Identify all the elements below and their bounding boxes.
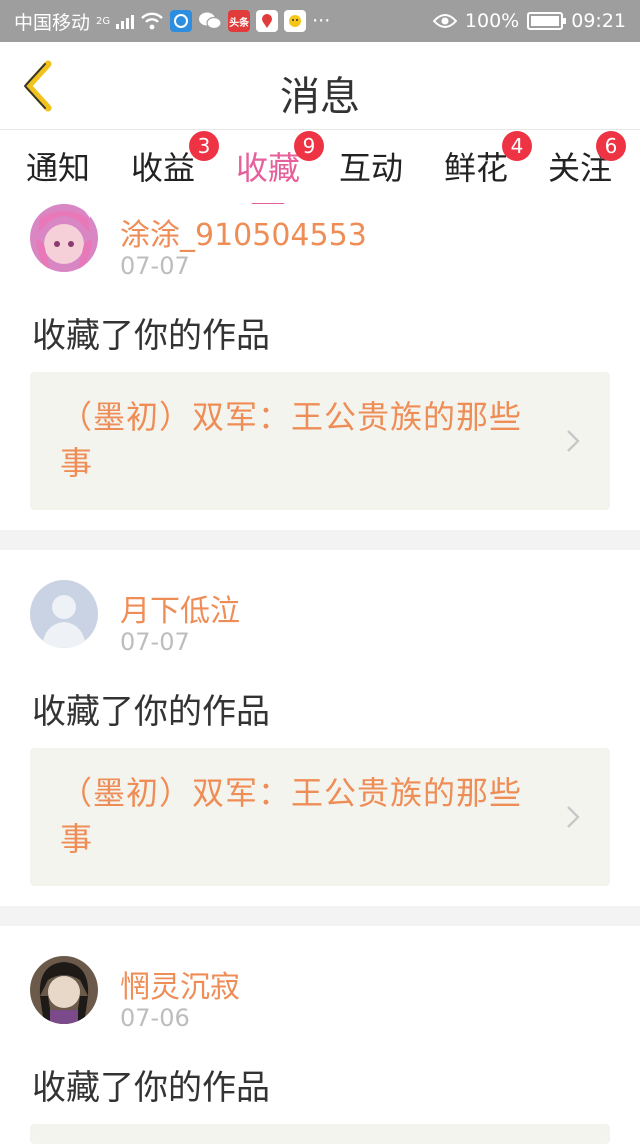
- work-link[interactable]: [30, 1124, 610, 1144]
- more-notifications-icon: ···: [312, 10, 331, 32]
- tab-earnings[interactable]: 收益 3: [131, 131, 220, 189]
- tab-label: 收益: [131, 149, 196, 187]
- timestamp: 07-07: [120, 252, 190, 280]
- avatar[interactable]: [30, 204, 98, 272]
- work-title: （墨初）双军：王公贵族的那些事: [60, 774, 523, 858]
- status-bar: 中国移动 2G 头条 ··· 100% 09:21: [0, 0, 640, 42]
- tab-follows[interactable]: 关注 6: [548, 131, 627, 189]
- unread-badge: 4: [502, 131, 533, 161]
- eye-comfort-icon: [432, 14, 457, 28]
- list-item: 月下低泣 07-07 收藏了你的作品 （墨初）双军：王公贵族的那些事: [0, 580, 640, 906]
- map-pin-icon: [256, 10, 279, 32]
- battery-icon: [527, 12, 567, 30]
- activity-text: 收藏了你的作品: [32, 316, 270, 356]
- battery-percent: 100%: [464, 10, 520, 32]
- tab-label: 通知: [26, 149, 91, 187]
- page-title: 消息: [280, 74, 360, 120]
- tab-label: 鲜花: [444, 149, 509, 187]
- work-link[interactable]: （墨初）双军：王公贵族的那些事: [30, 372, 610, 510]
- app-notify-icon: [170, 10, 193, 32]
- work-link[interactable]: （墨初）双军：王公贵族的那些事: [30, 748, 610, 886]
- unread-badge: 9: [294, 131, 325, 161]
- activity-text: 收藏了你的作品: [32, 692, 270, 732]
- work-title: （墨初）双军：王公贵族的那些事: [60, 398, 523, 482]
- chick-app-icon: [284, 10, 307, 32]
- timestamp: 07-07: [120, 628, 190, 656]
- signal-icon: [116, 13, 135, 29]
- toutiao-icon: 头条: [228, 10, 251, 32]
- tab-interactions[interactable]: 互动: [339, 143, 403, 189]
- timestamp: 07-06: [120, 1004, 190, 1032]
- nav-header: 消息: [0, 42, 640, 130]
- username[interactable]: 月下低泣: [120, 586, 240, 630]
- avatar[interactable]: [30, 956, 98, 1024]
- unread-badge: 6: [596, 131, 627, 161]
- wechat-icon: [199, 12, 222, 30]
- divider: [0, 906, 640, 926]
- tab-favorites[interactable]: 收藏 9: [236, 131, 325, 207]
- tab-label: 收藏: [236, 149, 301, 187]
- list-item: 涂涂_910504553 07-07 收藏了你的作品 （墨初）双军：王公贵族的那…: [0, 204, 640, 530]
- activity-text: 收藏了你的作品: [32, 1068, 270, 1108]
- username[interactable]: 涂涂_910504553: [120, 210, 367, 254]
- tab-flowers[interactable]: 鲜花 4: [444, 131, 533, 189]
- wifi-icon: [141, 12, 163, 30]
- unread-badge: 3: [189, 131, 220, 161]
- username[interactable]: 惘灵沉寂: [120, 962, 240, 1006]
- carrier-label: 中国移动: [14, 11, 91, 34]
- chevron-right-icon: [567, 430, 580, 452]
- list-item: 惘灵沉寂 07-06 收藏了你的作品: [0, 956, 640, 1144]
- divider: [0, 530, 640, 550]
- chevron-right-icon: [567, 806, 580, 828]
- tab-notifications[interactable]: 通知: [26, 143, 90, 189]
- avatar[interactable]: [30, 580, 98, 648]
- clock: 09:21: [571, 10, 626, 32]
- network-type: 2G: [96, 15, 111, 27]
- tab-label: 互动: [339, 149, 404, 187]
- tab-bar: 通知 收益 3 收藏 9 互动 鲜花 4 关注 6: [0, 131, 640, 207]
